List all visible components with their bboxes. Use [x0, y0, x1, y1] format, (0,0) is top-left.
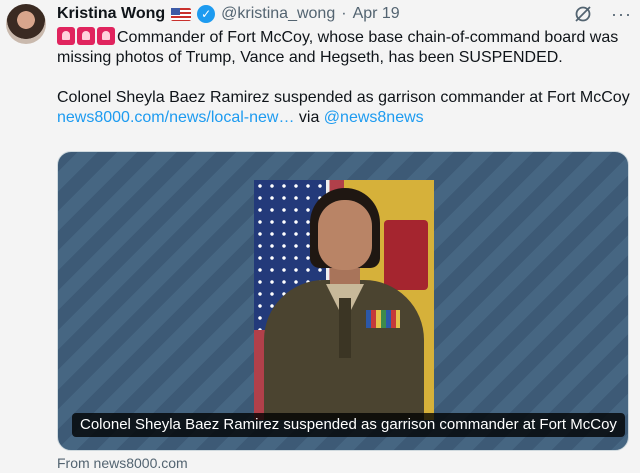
grok-icon[interactable] — [573, 4, 593, 24]
verified-badge-icon[interactable]: ✓ — [197, 5, 216, 23]
police-light-icon — [77, 27, 95, 45]
card-source[interactable]: From news8000.com — [57, 455, 188, 471]
mention-link[interactable]: @news8news — [324, 109, 424, 126]
card-caption: Colonel Sheyla Baez Ramirez suspended as… — [72, 413, 625, 437]
separator: · — [341, 5, 347, 22]
avatar[interactable] — [6, 4, 46, 44]
link-card[interactable]: Colonel Sheyla Baez Ramirez suspended as… — [57, 151, 629, 451]
tweet-line-1: Commander of Fort McCoy, whose base chai… — [57, 29, 619, 66]
us-flag-icon — [171, 7, 192, 21]
portrait-image — [254, 180, 434, 420]
tweet-line-2: Colonel Sheyla Baez Ramirez suspended as… — [57, 89, 630, 106]
article-link[interactable]: news8000.com/news/local-new… — [57, 109, 294, 126]
via-text: via — [294, 109, 324, 126]
tweet-date[interactable]: Apr 19 — [353, 5, 400, 23]
police-light-icon — [57, 27, 75, 45]
police-light-icon — [97, 27, 115, 45]
tweet-paragraph-1: Commander of Fort McCoy, whose base chai… — [57, 27, 632, 68]
tweet-text: Commander of Fort McCoy, whose base chai… — [57, 27, 632, 128]
tweet-header: Kristina Wong ✓ @kristina_wong · Apr 19 … — [57, 4, 632, 24]
tweet-paragraph-2: Colonel Sheyla Baez Ramirez suspended as… — [57, 88, 632, 128]
author-handle[interactable]: @kristina_wong — [221, 5, 335, 23]
author-name[interactable]: Kristina Wong — [57, 5, 165, 23]
more-icon[interactable]: ··· — [611, 4, 632, 25]
